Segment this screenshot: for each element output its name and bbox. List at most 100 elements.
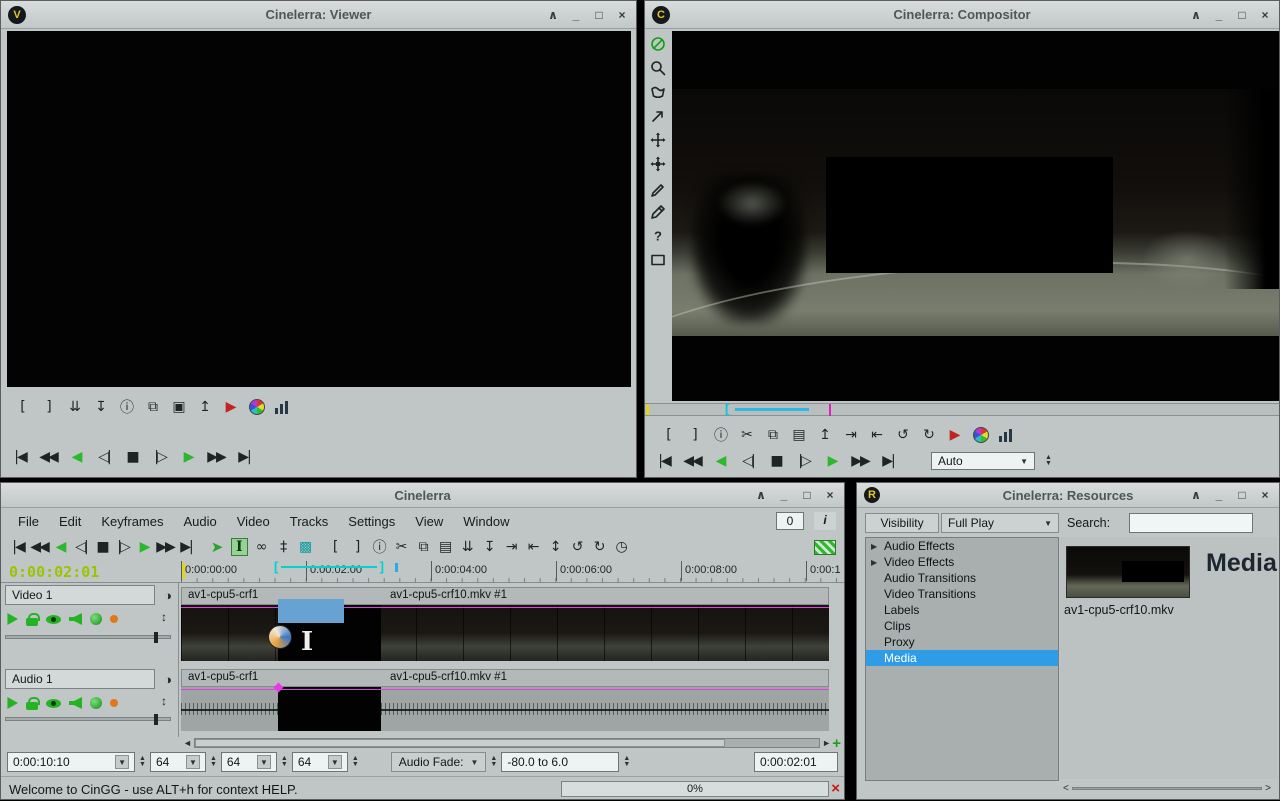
cut-paste-mode-icon[interactable]: I <box>231 538 248 556</box>
in-point-icon[interactable]: [ <box>15 399 31 415</box>
timeline-ruler[interactable]: 0:00:00:000:00:02:000:00:04:000:00:06:00… <box>181 561 844 583</box>
manual-goto-icon[interactable]: ↥ <box>197 399 213 415</box>
expand-triangle-icon[interactable]: ▶ <box>871 558 880 567</box>
menu-item[interactable]: Audio <box>175 511 226 532</box>
play-toggle[interactable] <box>6 613 18 625</box>
frame-forward-button[interactable]: |▷ <box>114 537 132 557</box>
iconify-button[interactable]: _ <box>777 488 791 502</box>
sample-zoom-dropdown[interactable]: 64 ▼ <box>150 752 206 772</box>
menu-item[interactable]: Video <box>228 511 279 532</box>
fast-forward-button[interactable]: ▶▶ <box>207 447 225 467</box>
menu-item[interactable]: Settings <box>339 511 404 532</box>
projector-icon[interactable] <box>646 152 670 176</box>
fit-autos-icon[interactable]: ⇤ <box>526 539 542 555</box>
master-toggle[interactable] <box>110 615 118 623</box>
undo-icon[interactable]: ↺ <box>570 539 586 555</box>
mute-toggle[interactable] <box>69 613 82 625</box>
audio-track-title[interactable]: Audio 1 <box>5 669 155 689</box>
iconify-button[interactable]: _ <box>569 8 583 22</box>
magnify-icon[interactable] <box>646 56 670 80</box>
copy-icon[interactable]: ⧉ <box>145 399 161 415</box>
maximize-button[interactable]: □ <box>592 8 606 22</box>
compositor-timebar[interactable]: [ <box>645 403 1279 416</box>
tool-info-icon[interactable]: ? <box>646 224 670 248</box>
maximize-button[interactable]: □ <box>800 488 814 502</box>
master-toggle[interactable] <box>110 699 118 707</box>
iconify-button[interactable]: _ <box>1212 8 1226 22</box>
audio-fader[interactable] <box>5 717 171 721</box>
duration-zoom-tumbler[interactable]: ▲▼ <box>139 756 146 768</box>
arm-toggle[interactable] <box>26 618 38 626</box>
folder-media[interactable]: Media <box>866 650 1058 666</box>
folder-proxy[interactable]: Proxy <box>866 634 1058 650</box>
gang-toggle[interactable] <box>90 697 102 709</box>
automation-range-tumbler[interactable]: ▲▼ <box>623 756 630 768</box>
track-height-tumbler[interactable]: ▲▼ <box>352 756 359 768</box>
play-button[interactable]: ▶ <box>135 537 153 557</box>
overwrite-icon[interactable]: ↧ <box>93 399 109 415</box>
draw-toggle[interactable] <box>46 615 61 624</box>
close-button[interactable]: × <box>823 488 837 502</box>
duration-zoom-dropdown[interactable]: 0:00:10:10 ▼ <box>7 752 135 772</box>
close-button[interactable]: × <box>615 8 629 22</box>
out-point-icon[interactable]: ] <box>350 539 366 555</box>
transition-icon[interactable] <box>268 625 292 649</box>
cut-icon[interactable]: ✂ <box>394 539 410 555</box>
gang-toggle[interactable] <box>90 613 102 625</box>
menu-item[interactable]: File <box>9 511 48 532</box>
automation-range-box[interactable]: -80.0 to 6.0 <box>501 752 619 772</box>
reverse-play-button[interactable]: ◀ <box>67 447 85 467</box>
automation-tumbler[interactable]: ▲▼ <box>490 756 497 768</box>
stats-icon[interactable] <box>275 400 288 414</box>
out-point-icon[interactable]: ] <box>687 427 703 443</box>
splice-icon[interactable]: ⇊ <box>460 539 476 555</box>
scroll-right-icon[interactable]: > <box>1265 784 1271 794</box>
fast-reverse-button[interactable]: ◀◀ <box>683 451 701 471</box>
in-point-icon[interactable]: [ <box>661 427 677 443</box>
amplitude-zoom-tumbler[interactable]: ▲▼ <box>281 756 288 768</box>
frame-reverse-button[interactable]: ◁| <box>739 451 757 471</box>
reverse-play-button[interactable]: ◀ <box>51 537 69 557</box>
media-item-thumbnail[interactable] <box>1066 546 1190 598</box>
crop-icon[interactable] <box>646 176 670 200</box>
amplitude-zoom-dropdown[interactable]: 64 ▼ <box>221 752 277 772</box>
folder-video-transitions[interactable]: Video Transitions <box>866 586 1058 602</box>
select-edit-icon[interactable]: ↕ <box>548 539 564 555</box>
safe-regions-icon[interactable] <box>646 248 670 272</box>
splice-icon[interactable]: ⇊ <box>67 399 83 415</box>
fast-reverse-button[interactable]: ◀◀ <box>39 447 57 467</box>
hscroll-thumb[interactable] <box>195 739 726 747</box>
preview-play-icon[interactable]: ▶ <box>947 427 963 443</box>
reverse-play-button[interactable]: ◀ <box>711 451 729 471</box>
span-keyframes-icon[interactable]: ▩ <box>298 539 314 555</box>
manual-goto-icon[interactable]: ↥ <box>817 427 833 443</box>
copy-icon[interactable]: ⧉ <box>416 539 432 555</box>
scroll-left-icon[interactable]: ◄ <box>183 738 192 748</box>
rewind-button[interactable]: |◀ <box>655 451 673 471</box>
rewind-button[interactable]: |◀ <box>9 537 27 557</box>
redo-icon[interactable]: ↻ <box>592 539 608 555</box>
fast-forward-button[interactable]: ▶▶ <box>156 537 174 557</box>
video-fader[interactable] <box>5 635 171 639</box>
fast-reverse-button[interactable]: ◀◀ <box>30 537 48 557</box>
jump-end-button[interactable]: ▶| <box>879 451 897 471</box>
shade-button[interactable]: ∧ <box>546 8 560 22</box>
compositor-titlebar[interactable]: C Cinelerra: Compositor ∧_□× <box>645 1 1279 29</box>
track-canvas[interactable]: av1-cpu5-crf1 av1-cpu5-crf10.mkv #1 I av… <box>181 583 844 737</box>
preview-play-icon[interactable]: ▶ <box>223 399 239 415</box>
menu-item[interactable]: Window <box>454 511 518 532</box>
undo-icon[interactable]: ↺ <box>895 427 911 443</box>
frame-forward-button[interactable]: |▷ <box>151 447 169 467</box>
viewer-canvas[interactable] <box>7 31 631 387</box>
resources-hscrollbar[interactable]: < > <box>1063 783 1271 794</box>
play-toggle[interactable] <box>6 697 18 709</box>
menu-item[interactable]: View <box>406 511 452 532</box>
stop-button[interactable]: ■ <box>93 537 111 557</box>
folder-audio-effects[interactable]: ▶ Audio Effects <box>866 538 1058 554</box>
in-out-selection[interactable]: [] <box>274 561 384 573</box>
timeline-hscrollbar[interactable]: ◄ ► <box>183 737 831 749</box>
folder-labels[interactable]: Labels <box>866 602 1058 618</box>
folder-video-effects[interactable]: ▶ Video Effects <box>866 554 1058 570</box>
shade-button[interactable]: ∧ <box>1189 488 1203 502</box>
play-button[interactable]: ▶ <box>823 451 841 471</box>
